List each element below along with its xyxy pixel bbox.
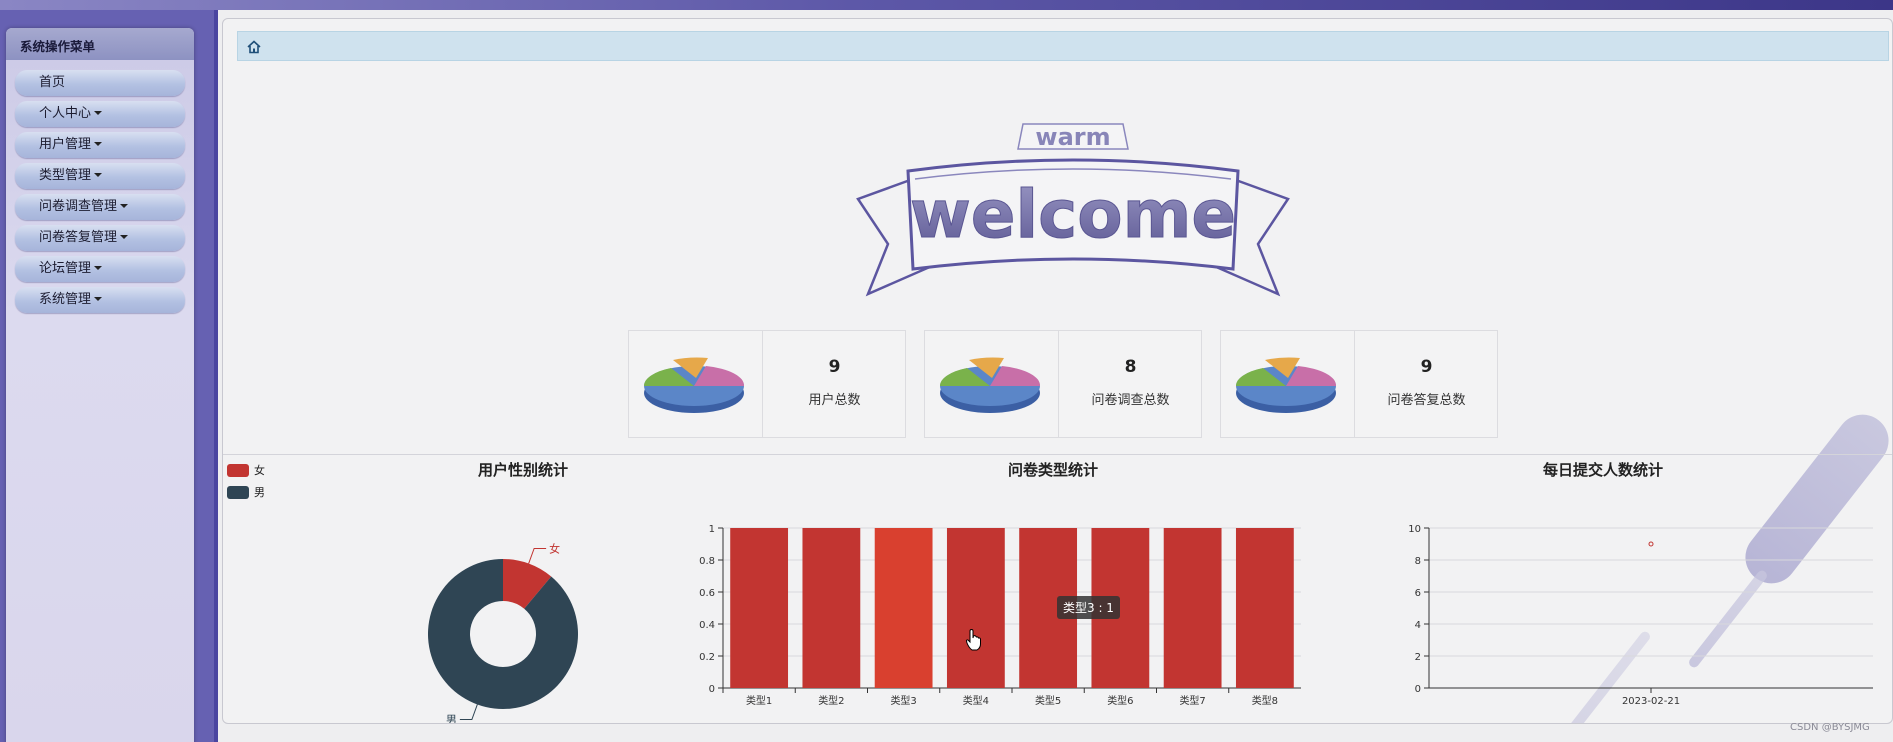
- stat-card-answers: 9 问卷答复总数: [1220, 330, 1498, 438]
- sidebar-item-label: 首页: [39, 75, 66, 90]
- x-tick-label: 类型7: [1179, 694, 1205, 707]
- bar: [1163, 528, 1222, 688]
- caret-down-icon: [94, 173, 103, 177]
- y-tick-label: 0.8: [699, 556, 715, 567]
- y-tick-label: 1: [709, 524, 715, 535]
- y-tick-label: 0.2: [699, 652, 715, 663]
- stat-value: 9: [1420, 357, 1433, 377]
- pie-chart-icon: [939, 357, 1041, 413]
- gender-pie-chart: 女男: [428, 541, 578, 724]
- x-tick-label: 类型3: [890, 694, 916, 707]
- home-icon[interactable]: [246, 39, 262, 55]
- y-tick-label: 0.4: [699, 620, 715, 631]
- sidebar-item-label: 论坛管理: [39, 261, 92, 276]
- caret-down-icon: [94, 266, 103, 270]
- x-tick-label: 类型8: [1252, 694, 1278, 707]
- welcome-banner: warm welcome: [856, 123, 1290, 297]
- pie-chart-icon: [1235, 357, 1337, 413]
- pie-label-line: [459, 704, 478, 721]
- legend-swatch: [227, 463, 249, 477]
- breadcrumb: [237, 31, 1889, 61]
- caret-down-icon: [94, 297, 103, 301]
- stat-label: 用户总数: [808, 393, 861, 408]
- sidebar-item-label: 用户管理: [39, 137, 92, 152]
- frame-divider: [214, 10, 218, 742]
- stat-label: 问卷答复总数: [1387, 393, 1466, 408]
- legend-label: 男: [254, 486, 265, 499]
- stat-divider: [762, 331, 763, 437]
- welcome-small-text: warm: [1035, 123, 1110, 151]
- x-tick-label: 类型1: [746, 694, 772, 707]
- charts-divider: [223, 454, 1892, 455]
- y-tick-label: 6: [1415, 588, 1421, 599]
- stat-card-users: 9 用户总数: [628, 330, 906, 438]
- watermark: CSDN @BYSJMG: [1790, 722, 1870, 733]
- left-frame: 系统操作菜单 首页 个人中心 用户管理 类型管理 问卷调查管理 问卷答复管理 论…: [0, 10, 218, 742]
- sidebar-item-label: 系统管理: [39, 292, 92, 307]
- pie-label: 女: [549, 541, 560, 555]
- sidebar: 系统操作菜单 首页 个人中心 用户管理 类型管理 问卷调查管理 问卷答复管理 论…: [6, 28, 194, 742]
- type-bar-chart: 0 0.2 0.4 0.6 0.8 1 类型1 类型2 类型3 类型4 类型5 类型6 类型7 类型8: [699, 524, 1301, 707]
- caret-down-icon: [94, 142, 103, 146]
- stat-value: 9: [828, 357, 841, 377]
- sidebar-item-label: 个人中心: [39, 106, 92, 121]
- y-tick-label: 2: [1415, 652, 1421, 663]
- sidebar-item-answer-management[interactable]: 问卷答复管理: [15, 225, 185, 251]
- x-tick-label: 2023-02-21: [1622, 696, 1680, 707]
- sidebar-item-user-management[interactable]: 用户管理: [15, 132, 185, 158]
- stat-divider: [1354, 331, 1355, 437]
- sidebar-item-system-management[interactable]: 系统管理: [15, 287, 185, 313]
- sidebar-item-label: 类型管理: [39, 168, 92, 183]
- bar: [730, 528, 789, 688]
- y-tick-label: 0: [709, 684, 715, 695]
- stat-label: 问卷调查总数: [1091, 393, 1170, 408]
- scatter-point: [1648, 541, 1654, 547]
- caret-down-icon: [94, 111, 103, 115]
- pie-chart-icon: [643, 357, 745, 413]
- bar: [946, 528, 1005, 688]
- pie-label-line: [528, 547, 547, 564]
- sidebar-item-home[interactable]: 首页: [15, 70, 185, 96]
- stat-value: 8: [1124, 357, 1137, 377]
- stat-divider: [1058, 331, 1059, 437]
- y-tick-label: 10: [1408, 524, 1421, 535]
- welcome-big-text: welcome: [910, 176, 1236, 253]
- y-tick-label: 8: [1415, 556, 1421, 567]
- x-tick-label: 类型4: [963, 694, 989, 707]
- x-tick-label: 类型6: [1107, 694, 1133, 707]
- bar: [874, 528, 933, 688]
- sidebar-item-forum-management[interactable]: 论坛管理: [15, 256, 185, 282]
- chart-tooltip: 类型3 : 1: [1057, 596, 1120, 619]
- x-tick-label: 类型2: [818, 694, 844, 707]
- bar: [1235, 528, 1294, 688]
- type-chart-title: 问卷类型统计: [1007, 461, 1098, 479]
- gender-legend: 女 男: [227, 459, 265, 503]
- sidebar-item-personal-center[interactable]: 个人中心: [15, 101, 185, 127]
- daily-chart-title: 每日提交人数统计: [1542, 461, 1663, 479]
- bar: [802, 528, 861, 688]
- sidebar-menu: 首页 个人中心 用户管理 类型管理 问卷调查管理 问卷答复管理 论坛管理 系统管…: [6, 60, 194, 313]
- sidebar-title: 系统操作菜单: [6, 28, 194, 60]
- legend-label: 女: [254, 464, 265, 477]
- y-tick-label: 4: [1415, 620, 1421, 631]
- sidebar-item-type-management[interactable]: 类型管理: [15, 163, 185, 189]
- y-tick-label: 0.6: [699, 588, 715, 599]
- caret-down-icon: [120, 204, 129, 208]
- legend-item-male[interactable]: 男: [227, 481, 265, 503]
- y-tick-label: 0: [1415, 684, 1421, 695]
- daily-scatter-chart: 0 2 4 6 8 10 2023-02-21: [1408, 524, 1873, 707]
- sidebar-item-label: 问卷答复管理: [39, 230, 118, 245]
- x-tick-label: 类型5: [1035, 694, 1061, 707]
- gender-chart-title: 用户性别统计: [477, 461, 568, 479]
- top-bar: [0, 0, 1893, 10]
- legend-swatch: [227, 485, 249, 499]
- caret-down-icon: [120, 235, 129, 239]
- legend-item-female[interactable]: 女: [227, 459, 265, 481]
- pie-slice: [428, 559, 578, 709]
- sidebar-item-survey-management[interactable]: 问卷调查管理: [15, 194, 185, 220]
- hand-cursor-icon: [965, 629, 981, 651]
- sidebar-item-label: 问卷调查管理: [39, 199, 118, 214]
- pie-label: 男: [446, 714, 457, 724]
- stat-card-surveys: 8 问卷调查总数: [924, 330, 1202, 438]
